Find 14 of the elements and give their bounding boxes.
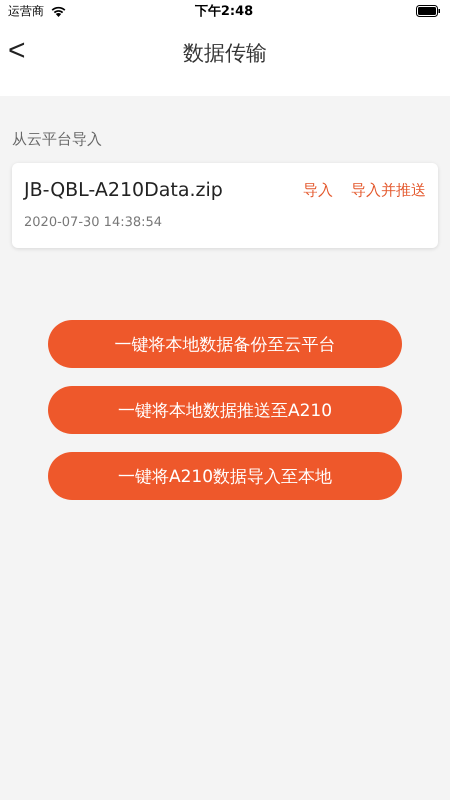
wifi-icon bbox=[50, 5, 67, 17]
status-time: 下午2:48 bbox=[194, 3, 254, 20]
carrier-name: 运营商 bbox=[8, 2, 44, 20]
action-link[interactable]: 导入并推送 bbox=[351, 180, 426, 200]
page-title: 数据传输 bbox=[182, 40, 268, 67]
action-button[interactable]: 一键将A210数据导入至本地 bbox=[48, 452, 402, 500]
back-button[interactable]: < bbox=[0, 34, 40, 72]
action-link[interactable]: 导入 bbox=[303, 180, 333, 200]
action-button[interactable]: 一键将本地数据推送至A210 bbox=[48, 386, 402, 434]
action-button[interactable]: 一键将本地数据备份至云平台 bbox=[48, 320, 402, 368]
file-date: 2020-07-30 14:38:54 bbox=[24, 215, 164, 230]
file-name: JB-QBL-A210Data.zip bbox=[24, 179, 223, 201]
battery-icon bbox=[416, 5, 440, 17]
section-title: 从云平台导入 bbox=[12, 129, 103, 150]
